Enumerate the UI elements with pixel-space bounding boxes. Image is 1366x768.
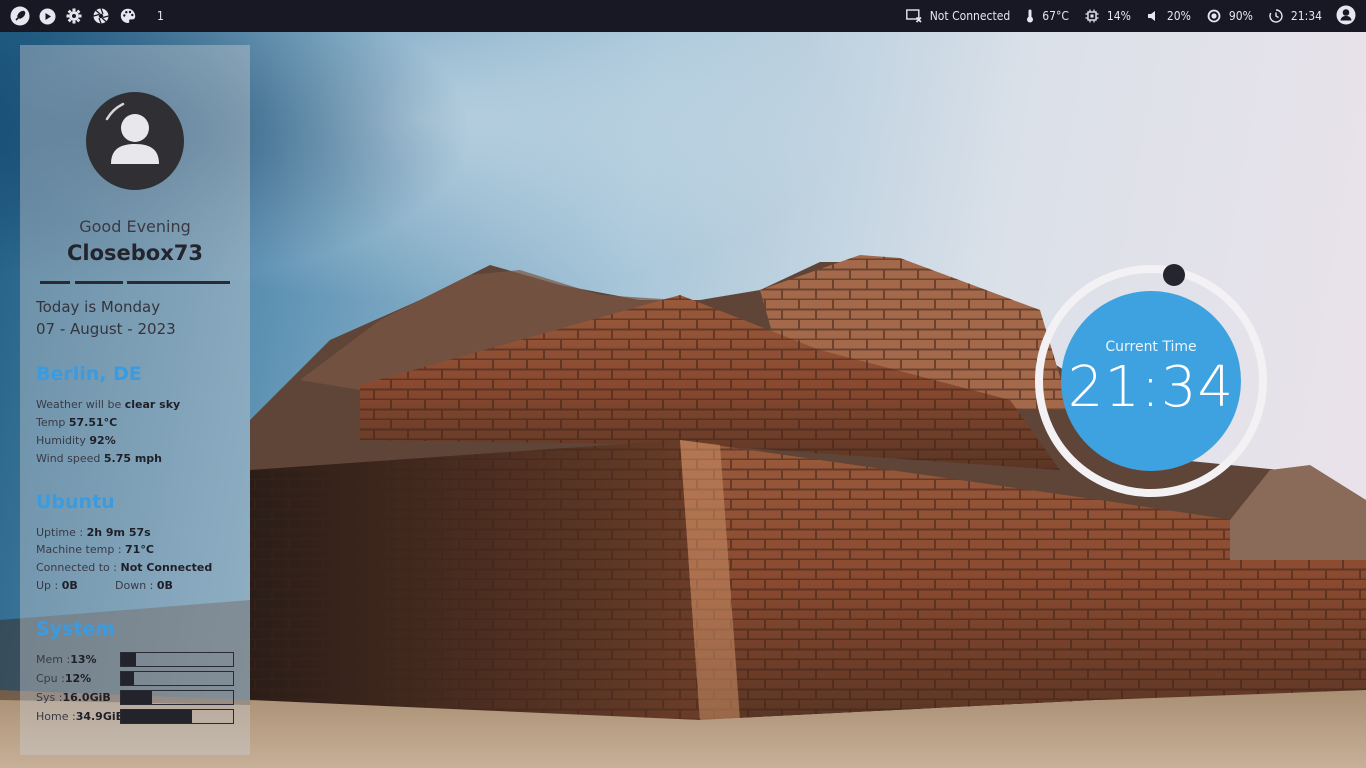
system-bar-row: Home :34.9GiB (36, 709, 234, 725)
uptime: Uptime : 2h 9m 57s (36, 526, 151, 539)
speaker-icon (1147, 10, 1159, 22)
weather-wind: Wind speed 5.75 mph (36, 452, 163, 465)
user-icon (1336, 5, 1356, 28)
top-panel: 1 Not Connected 67°C 14% 20% 90% 21:34 (0, 0, 1366, 32)
status-modules: Not Connected 67°C 14% 20% 90% 21:34 (890, 0, 1366, 32)
clock-time: 21:34 (1290, 9, 1322, 23)
palette-icon[interactable] (118, 6, 138, 26)
weather-humidity: Humidity 92% (36, 434, 116, 447)
play-icon[interactable] (37, 6, 57, 26)
clock-icon (1269, 9, 1283, 23)
cpu-module[interactable]: 14% (1085, 9, 1131, 23)
usage-bar-fill (121, 672, 134, 685)
system-title: System (36, 618, 116, 640)
clock-caption: Current Time (1105, 339, 1197, 355)
temperature-module[interactable]: 67°C (1026, 9, 1069, 23)
username: Closebox73 (66, 241, 203, 265)
greeting: Good Evening (79, 217, 191, 236)
volume-value: 20% (1166, 9, 1191, 23)
clock-knob (1163, 264, 1185, 286)
upload-speed: Up : 0B (36, 579, 78, 592)
weather-temp: Temp 57.51°C (36, 416, 118, 429)
workspace-indicator[interactable]: 1 (157, 9, 164, 23)
avatar (85, 91, 185, 191)
download-speed: Down : 0B (115, 579, 173, 592)
network-disconnected-icon (905, 9, 922, 23)
info-panel: Good Evening Closebox73 Today is Monday … (20, 45, 250, 755)
usage-bar-fill (121, 710, 192, 723)
os-title: Ubuntu (36, 491, 115, 513)
usage-bar-fill (121, 691, 152, 704)
volume-module[interactable]: 20% (1147, 9, 1191, 23)
today-label: Today is Monday (36, 298, 161, 316)
usage-bar (120, 652, 234, 667)
desktop: 1 Not Connected 67°C 14% 20% 90% 21:34 G… (0, 0, 1366, 768)
date-label: 07 - August - 2023 (36, 320, 176, 338)
usage-bar-fill (121, 653, 136, 666)
divider (40, 281, 70, 284)
temperature-value: 67°C (1042, 9, 1069, 23)
connection-status: Connected to : Not Connected (36, 561, 213, 574)
system-bar-row: Sys :16.0GiB (36, 690, 234, 706)
brightness-icon (1207, 9, 1221, 23)
system-bar-label: Sys :16.0GiB (36, 691, 111, 704)
usage-bar (120, 690, 234, 705)
cpu-value: 14% (1106, 9, 1131, 23)
brightness-value: 90% (1228, 9, 1253, 23)
usage-bar (120, 709, 234, 724)
system-bar-label: Home :34.9GiB (36, 710, 125, 723)
cpu-icon (1085, 9, 1099, 23)
weather-location: Berlin, DE (36, 363, 142, 385)
aperture-icon[interactable] (91, 6, 111, 26)
system-bar-label: Cpu :12% (36, 672, 92, 685)
launcher-group: 1 (0, 0, 164, 32)
clock-module[interactable]: 21:34 (1269, 9, 1322, 23)
weather-description: Weather will be clear sky (36, 398, 181, 411)
machine-temp: Machine temp : 71°C (36, 543, 154, 556)
clock-widget: Current Time 21:34 (1034, 264, 1268, 498)
network-module[interactable]: Not Connected (905, 9, 1011, 23)
divider (127, 281, 230, 284)
clock-display: 21:34 (1067, 355, 1235, 420)
clock-face: Current Time 21:34 (1061, 291, 1241, 471)
user-avatar-icon (86, 92, 184, 190)
usage-bar (120, 671, 234, 686)
system-bar-label: Mem :13% (36, 653, 97, 666)
gear-icon[interactable] (64, 6, 84, 26)
system-bar-row: Cpu :12% (36, 671, 234, 687)
network-status: Not Connected (929, 9, 1011, 23)
user-menu[interactable] (1336, 5, 1356, 28)
divider (75, 281, 123, 284)
thermometer-icon (1026, 9, 1034, 23)
rocket-icon[interactable] (10, 6, 30, 26)
system-bar-row: Mem :13% (36, 652, 234, 668)
brightness-module[interactable]: 90% (1207, 9, 1253, 23)
